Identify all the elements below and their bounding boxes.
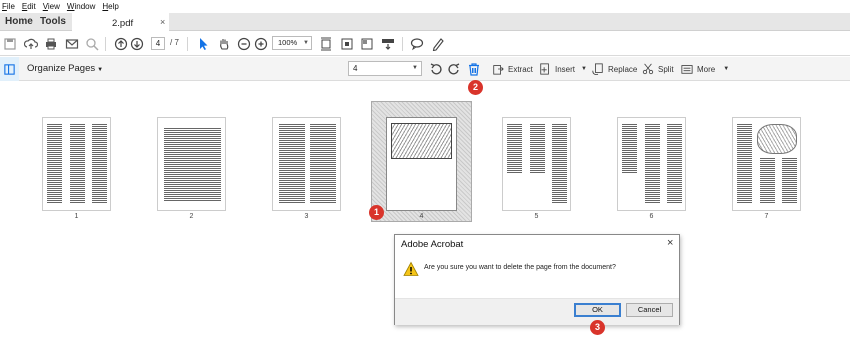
page-number-label: 2 <box>189 213 194 220</box>
fit-page-icon[interactable] <box>318 36 334 52</box>
comment-icon[interactable] <box>409 36 425 52</box>
dialog-close-icon[interactable]: × <box>667 237 673 249</box>
replace-icon <box>592 63 603 75</box>
caret-down-icon: ▼ <box>581 66 587 72</box>
next-page-icon[interactable] <box>129 36 145 52</box>
page-thumbnail[interactable] <box>732 117 801 211</box>
toolbar-divider <box>402 37 403 51</box>
more-label: More <box>697 64 716 74</box>
main-toolbar <box>0 32 850 56</box>
split-button[interactable]: Split <box>642 62 674 76</box>
delete-trash-icon[interactable] <box>466 61 482 77</box>
rotate-left-icon[interactable] <box>428 61 444 77</box>
tab-bar: Home Tools 2.pdf × <box>0 13 850 32</box>
panel-toggle-icon[interactable] <box>0 57 19 81</box>
insert-button[interactable]: Insert ▼ <box>539 62 587 76</box>
save-icon[interactable] <box>2 36 18 52</box>
print-icon[interactable] <box>43 36 59 52</box>
menu-window[interactable]: Window <box>67 2 95 11</box>
scroll-mode-icon[interactable] <box>380 36 396 52</box>
page-number-label: 1 <box>74 213 79 220</box>
step-badge-1: 1 <box>369 205 384 220</box>
page-number-label: 6 <box>649 213 654 220</box>
warning-icon <box>403 261 419 279</box>
full-screen-icon[interactable] <box>339 36 355 52</box>
page-range-select[interactable]: 4 ▼ <box>348 61 422 76</box>
caret-down-icon: ▼ <box>723 66 730 72</box>
insert-icon <box>540 63 549 75</box>
caret-down-icon: ▼ <box>97 67 104 73</box>
page-number-input[interactable]: 4 <box>151 37 165 50</box>
tab-document[interactable]: 2.pdf × <box>72 13 169 32</box>
toolbar-divider <box>187 37 188 51</box>
dialog-title: Adobe Acrobat <box>401 239 464 250</box>
close-tab-icon[interactable]: × <box>160 17 165 27</box>
email-icon[interactable] <box>64 36 80 52</box>
page-total: / 7 <box>170 38 179 47</box>
menu-view[interactable]: View <box>43 2 60 11</box>
extract-button[interactable]: Extract <box>492 62 533 76</box>
toolbar-divider <box>105 37 106 51</box>
rotate-right-icon[interactable] <box>446 61 462 77</box>
zoom-select[interactable]: 100% ▼ <box>272 36 312 50</box>
zoom-value: 100% <box>278 38 298 47</box>
page-number-label: 4 <box>419 213 424 220</box>
page-range-value: 4 <box>353 64 358 73</box>
zoom-out-icon[interactable] <box>236 36 252 52</box>
page-thumbnail[interactable] <box>42 117 111 211</box>
more-button[interactable]: More ▼ <box>681 62 729 76</box>
search-icon[interactable] <box>84 36 100 52</box>
replace-label: Replace <box>608 64 638 74</box>
chevron-down-icon: ▼ <box>412 65 418 71</box>
zoom-in-icon[interactable] <box>253 36 269 52</box>
page-thumbnail[interactable] <box>272 117 341 211</box>
insert-label: Insert <box>555 64 576 74</box>
organize-pages-menu[interactable]: Organize Pages ▼ <box>27 63 103 74</box>
page-number-label: 3 <box>304 213 309 220</box>
chevron-down-icon: ▼ <box>303 40 309 46</box>
scissors-icon <box>642 63 654 75</box>
hand-tool-icon[interactable] <box>216 36 232 52</box>
menu-edit[interactable]: Edit <box>22 2 36 11</box>
confirm-delete-dialog: Adobe Acrobat × Are you sure you want to… <box>394 234 680 325</box>
ok-button[interactable]: OK <box>574 303 621 317</box>
page-number-label: 5 <box>534 213 539 220</box>
cloud-upload-icon[interactable] <box>23 36 39 52</box>
extract-label: Extract <box>508 64 533 74</box>
tab-tools[interactable]: Tools <box>40 16 66 27</box>
more-icon <box>681 65 693 74</box>
organize-pages-title: Organize Pages <box>27 63 96 74</box>
page-thumbnail[interactable] <box>617 117 686 211</box>
menu-bar: File Edit View Window Help <box>0 0 850 13</box>
page-thumbnail-selected[interactable] <box>386 117 457 211</box>
cancel-button[interactable]: Cancel <box>626 303 673 317</box>
page-thumbnail[interactable] <box>157 117 226 211</box>
dialog-message: Are you sure you want to delete the page… <box>424 264 616 271</box>
previous-page-icon[interactable] <box>113 36 129 52</box>
step-badge-2: 2 <box>468 80 483 95</box>
step-badge-3: 3 <box>590 320 605 335</box>
document-tab-label: 2.pdf <box>112 18 134 29</box>
page-number-label: 7 <box>764 213 769 220</box>
select-cursor-icon[interactable] <box>195 36 211 52</box>
split-label: Split <box>658 64 674 74</box>
menu-file[interactable]: File <box>2 2 15 11</box>
pen-icon[interactable] <box>430 36 446 52</box>
tab-home[interactable]: Home <box>5 16 33 27</box>
page-thumbnail[interactable] <box>502 117 571 211</box>
dialog-body <box>395 252 679 299</box>
replace-button[interactable]: Replace <box>592 62 637 76</box>
menu-help[interactable]: Help <box>102 2 118 11</box>
read-mode-icon[interactable] <box>359 36 375 52</box>
extract-icon <box>493 65 504 75</box>
